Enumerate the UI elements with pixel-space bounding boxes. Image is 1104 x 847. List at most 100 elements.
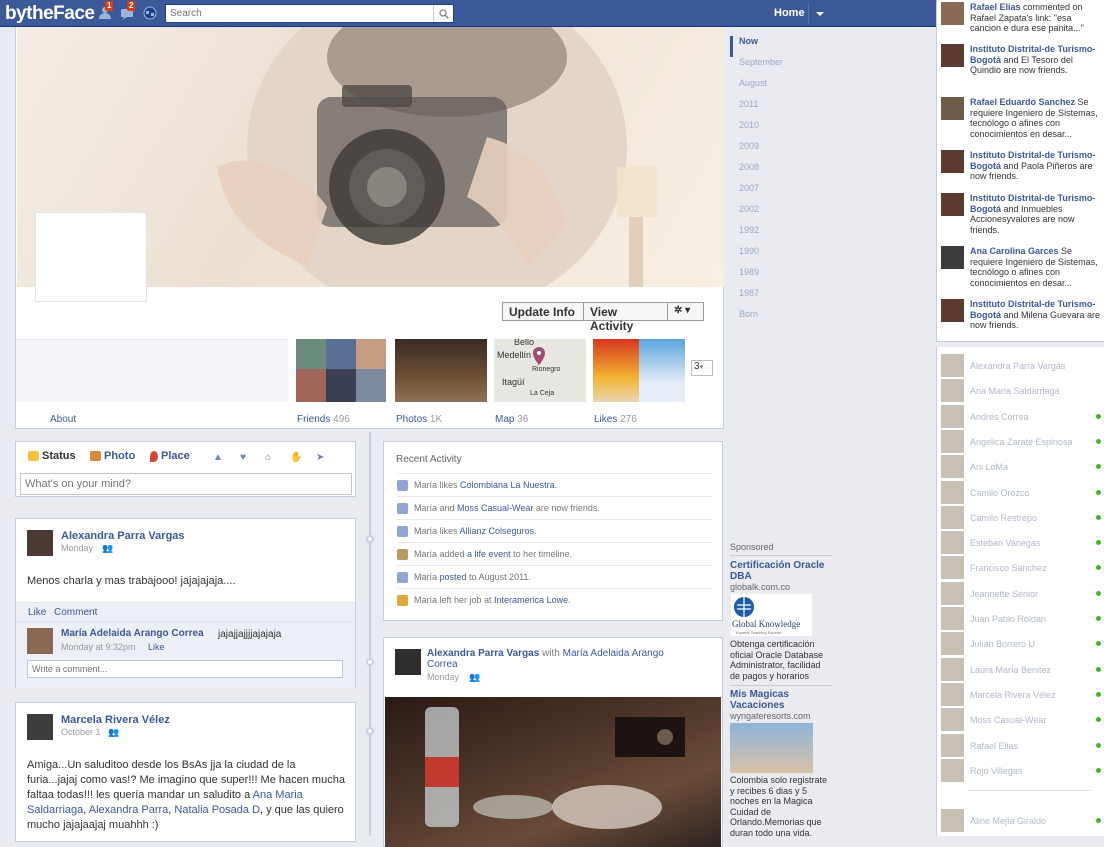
photos-tab-thumb[interactable] xyxy=(395,339,487,402)
scrubber-item[interactable]: 2002 xyxy=(730,204,800,225)
chat-contact[interactable]: Francisco Sanchez xyxy=(941,556,1101,580)
comment-author[interactable]: María Adelaida Arango Correa xyxy=(61,628,204,639)
privacy-friends-icon[interactable]: 👥 xyxy=(102,543,113,554)
chat-contact[interactable]: Camilo Restrepo xyxy=(941,505,1101,530)
activity-link[interactable]: posted xyxy=(440,572,467,582)
post-photo[interactable] xyxy=(385,697,721,847)
chat-contact[interactable]: Rojo Villegas xyxy=(941,758,1101,783)
chat-contact[interactable]: Juan Pablo Roldan xyxy=(941,607,1101,631)
privacy-friends-icon[interactable]: 👥 xyxy=(469,672,480,683)
scrubber-item[interactable]: 2011 xyxy=(730,99,800,120)
likes-tab-thumb[interactable] xyxy=(593,339,685,402)
more-tabs-button[interactable]: 3▾ xyxy=(691,360,713,376)
avatar[interactable] xyxy=(941,150,964,173)
chat-contact[interactable]: Moss Casual-Wear xyxy=(941,708,1101,732)
avatar[interactable] xyxy=(941,44,964,67)
status-input[interactable] xyxy=(20,473,352,495)
scrubber-item[interactable]: 1989 xyxy=(730,267,800,288)
friend-requests-icon[interactable]: 1 xyxy=(98,1,114,20)
scrubber-item[interactable]: 2008 xyxy=(730,162,800,183)
chat-contact[interactable]: Alexandra Parra Vargas xyxy=(941,354,1101,378)
avatar[interactable] xyxy=(941,2,964,25)
update-info-button[interactable]: Update Info xyxy=(502,302,584,321)
tab-photos[interactable]: Photos 1K xyxy=(396,414,442,425)
post-timestamp[interactable]: Monday xyxy=(61,543,93,553)
post-timestamp[interactable]: Monday xyxy=(427,672,459,682)
scrubber-item[interactable]: 2010 xyxy=(730,120,800,141)
privacy-friends-icon[interactable]: 👥 xyxy=(108,727,119,738)
chat-contact[interactable]: Angelica Zarate Espinosa xyxy=(941,429,1101,454)
scrubber-item[interactable]: 2009 xyxy=(730,141,800,162)
friends-tab-thumb[interactable] xyxy=(296,339,386,402)
post-timestamp[interactable]: October 1 xyxy=(61,727,101,737)
avatar[interactable] xyxy=(941,193,964,216)
ad-vacation[interactable]: Mis Magicas Vacaciones wyngateresorts.co… xyxy=(730,685,832,838)
post-author[interactable]: Alexandra Parra Vargas xyxy=(427,648,539,659)
post-author[interactable]: Marcela Rivera Vélez xyxy=(61,714,170,726)
map-tab-thumb[interactable]: Bello Medellín Rionegro Itagüí La Ceja xyxy=(494,339,586,402)
life-event-home-icon[interactable]: ⌂ xyxy=(265,452,271,463)
tagged-friend-link[interactable]: Alexandra Parra xyxy=(89,804,169,816)
chat-contact[interactable]: Jeannette Senior xyxy=(941,581,1101,606)
account-dropdown-icon[interactable] xyxy=(816,12,824,16)
chat-contact[interactable]: Marcela Rivera Vélez xyxy=(941,682,1101,707)
avatar[interactable] xyxy=(395,649,421,675)
messages-icon[interactable]: 2 xyxy=(120,1,136,20)
ad-title[interactable]: Certificación Oracle DBA xyxy=(730,560,832,582)
comment-timestamp[interactable]: Monday at 9:32pm xyxy=(61,642,136,652)
avatar[interactable] xyxy=(27,628,53,654)
home-link[interactable]: Home xyxy=(774,7,805,19)
view-activity-button[interactable]: View Activity xyxy=(583,302,668,333)
ticker-name[interactable]: Rafael Eduardo Sanchez xyxy=(970,97,1075,107)
activity-link[interactable]: Colombiana La Nuestra xyxy=(460,480,555,490)
settings-gear-button[interactable]: ✲ ▾ xyxy=(667,302,704,321)
chat-contact[interactable]: Julian Borrero U xyxy=(941,632,1101,656)
activity-link[interactable]: Moss Casual-Wear xyxy=(457,503,533,513)
tab-map[interactable]: Map 36 xyxy=(495,414,528,425)
notifications-globe-icon[interactable] xyxy=(143,6,157,20)
activity-link[interactable]: Interamerica Lowe xyxy=(494,595,568,605)
tab-friends[interactable]: Friends 496 xyxy=(297,414,350,425)
avatar[interactable] xyxy=(941,97,964,120)
life-event-work-icon[interactable]: ▲ xyxy=(213,452,223,463)
profile-picture[interactable] xyxy=(35,212,147,302)
chat-contact[interactable]: Aline Mejía Giraldo xyxy=(941,809,1101,833)
avatar[interactable] xyxy=(941,299,964,322)
about-tab-area[interactable] xyxy=(16,339,288,402)
tab-place[interactable]: Place xyxy=(150,450,190,462)
search-icon[interactable] xyxy=(433,5,453,22)
comment-input[interactable] xyxy=(27,660,343,678)
comment-link[interactable]: Comment xyxy=(54,607,97,618)
ad-image[interactable]: Global Knowledge Experts Teaching Expert… xyxy=(730,593,813,637)
life-event-heart-icon[interactable]: ♥ xyxy=(240,452,246,463)
logo[interactable]: bytheFace xyxy=(5,3,95,25)
tab-likes[interactable]: Likes 276 xyxy=(594,414,637,425)
ticker-name[interactable]: Rafael Elias xyxy=(970,2,1021,12)
search-input[interactable] xyxy=(166,5,426,22)
comment-like-link[interactable]: Like xyxy=(148,642,165,652)
chat-contact[interactable]: Camilo Orozco xyxy=(941,480,1101,505)
life-event-health-icon[interactable]: ✋ xyxy=(290,452,302,463)
scrubber-item[interactable]: August xyxy=(730,78,800,99)
avatar[interactable] xyxy=(27,530,53,556)
life-event-travel-icon[interactable]: ➤ xyxy=(316,452,324,463)
ad-oracle[interactable]: Certificación Oracle DBA globalk.com.co … xyxy=(730,560,832,681)
ticker-name[interactable]: Ana Carolina Garces xyxy=(970,246,1059,256)
tagged-friend-link[interactable]: Natalia Posada D xyxy=(174,804,260,816)
chat-contact[interactable]: Ana Maria Saldarriaga xyxy=(941,379,1101,403)
tab-photo[interactable]: Photo xyxy=(90,450,135,462)
scrubber-item[interactable]: September xyxy=(730,57,800,78)
avatar[interactable] xyxy=(27,714,53,740)
scrubber-item[interactable]: 2007 xyxy=(730,183,800,204)
chat-contact[interactable]: Laura María Benitez xyxy=(941,657,1101,682)
chat-contact[interactable]: Andres Correa xyxy=(941,404,1101,429)
chat-contact[interactable]: Ani LoMa xyxy=(941,455,1101,479)
post-author[interactable]: Alexandra Parra Vargas xyxy=(61,530,185,542)
scrubber-item[interactable]: 1992 xyxy=(730,225,800,246)
tab-about[interactable]: About xyxy=(50,414,76,425)
activity-link[interactable]: a life event xyxy=(467,549,511,559)
chat-contact[interactable]: Esteban Vanegas xyxy=(941,531,1101,555)
tab-status[interactable]: Status xyxy=(28,450,76,462)
scrubber-item[interactable]: 1987 xyxy=(730,288,800,309)
ad-image[interactable] xyxy=(730,723,813,773)
